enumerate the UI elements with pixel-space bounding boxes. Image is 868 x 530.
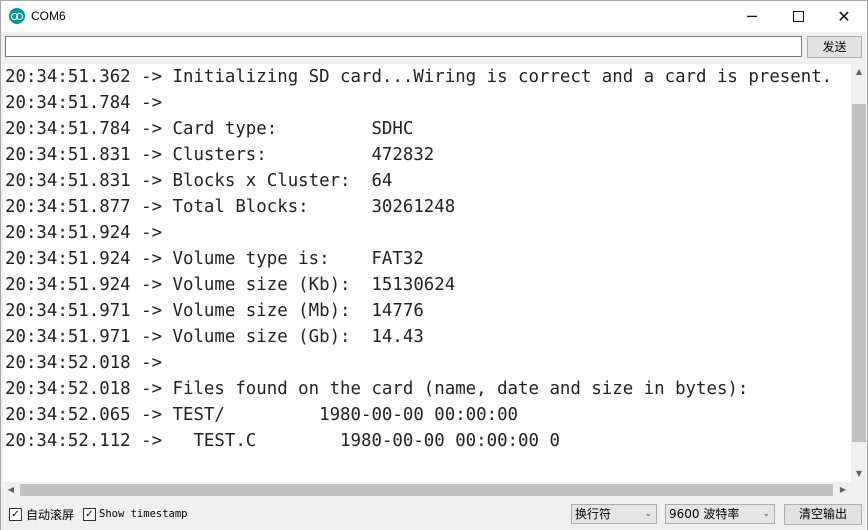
arduino-icon xyxy=(9,8,25,24)
timestamp-checkbox[interactable]: ✓ xyxy=(83,508,96,521)
output-line: 20:34:51.924 -> Volume size (Kb): 151306… xyxy=(5,275,456,295)
baud-rate-value: 9600 波特率 xyxy=(669,507,740,521)
maximize-icon xyxy=(792,10,804,22)
output-line: 20:34:51.971 -> Volume size (Gb): 14.43 xyxy=(5,327,424,347)
send-button[interactable]: 发送 xyxy=(807,36,862,58)
maximize-button[interactable] xyxy=(775,1,821,32)
title-bar[interactable]: COM6 ─ ✕ xyxy=(1,1,867,32)
close-button[interactable]: ✕ xyxy=(821,1,867,32)
output-line: 20:34:51.831 -> Blocks x Cluster: 64 xyxy=(5,171,393,191)
horizontal-scrollbar[interactable]: ◀ ▶ xyxy=(3,482,851,498)
scroll-up-icon[interactable]: ▲ xyxy=(851,64,867,80)
vertical-scrollbar[interactable]: ▲ ▼ xyxy=(851,64,867,482)
scroll-down-icon[interactable]: ▼ xyxy=(851,466,867,482)
clear-output-button[interactable]: 清空输出 xyxy=(784,504,862,525)
send-bar: 发送 xyxy=(1,32,867,62)
output-line: 20:34:52.112 -> TEST.C 1980-00-00 00:00:… xyxy=(5,431,560,451)
chevron-down-icon: ⌄ xyxy=(644,509,652,519)
output-line: 20:34:51.971 -> Volume size (Mb): 14776 xyxy=(5,301,424,321)
output-line: 20:34:51.784 -> xyxy=(5,93,173,113)
output-line: 20:34:52.018 -> Files found on the card … xyxy=(5,379,759,399)
output-line: 20:34:51.924 -> Volume type is: FAT32 xyxy=(5,249,424,269)
output-line: 20:34:51.362 -> Initializing SD card...W… xyxy=(5,67,833,87)
chevron-down-icon: ⌄ xyxy=(762,509,770,519)
output-line: 20:34:52.065 -> TEST/ 1980-00-00 00:00:0… xyxy=(5,405,519,425)
horizontal-scroll-thumb[interactable] xyxy=(20,484,833,496)
output-line: 20:34:51.924 -> xyxy=(5,223,173,243)
window-title: COM6 xyxy=(31,9,66,23)
autoscroll-checkbox[interactable]: ✓ xyxy=(9,508,22,521)
line-ending-select[interactable]: 换行符 ⌄ xyxy=(571,504,657,524)
line-ending-value: 换行符 xyxy=(575,507,612,521)
scrollbar-corner xyxy=(851,482,867,498)
timestamp-label: Show timestamp xyxy=(99,508,188,520)
serial-output[interactable]: 20:34:51.362 -> Initializing SD card...W… xyxy=(3,64,851,482)
close-icon: ✕ xyxy=(837,7,851,26)
checkmark-icon: ✓ xyxy=(85,509,94,520)
minimize-icon: ─ xyxy=(747,7,757,26)
checkmark-icon: ✓ xyxy=(11,509,20,520)
autoscroll-label: 自动滚屏 xyxy=(26,508,75,522)
baud-rate-select[interactable]: 9600 波特率 ⌄ xyxy=(665,504,775,524)
serial-input[interactable] xyxy=(5,36,802,57)
output-line: 20:34:51.877 -> Total Blocks: 30261248 xyxy=(5,197,456,217)
output-line: 20:34:51.831 -> Clusters: 472832 xyxy=(5,145,435,165)
scroll-left-icon[interactable]: ◀ xyxy=(3,482,19,498)
status-bar: ✓ 自动滚屏 ✓ Show timestamp 换行符 ⌄ 9600 波特率 ⌄… xyxy=(1,500,867,530)
minimize-button[interactable]: ─ xyxy=(729,1,775,32)
vertical-scroll-thumb[interactable] xyxy=(852,104,866,442)
serial-monitor-window: COM6 ─ ✕ 发送 20:34:51.362 -> Initializing… xyxy=(0,0,868,530)
output-line: 20:34:52.018 -> xyxy=(5,353,173,373)
scroll-right-icon[interactable]: ▶ xyxy=(835,482,851,498)
output-line: 20:34:51.784 -> Card type: SDHC xyxy=(5,119,414,139)
